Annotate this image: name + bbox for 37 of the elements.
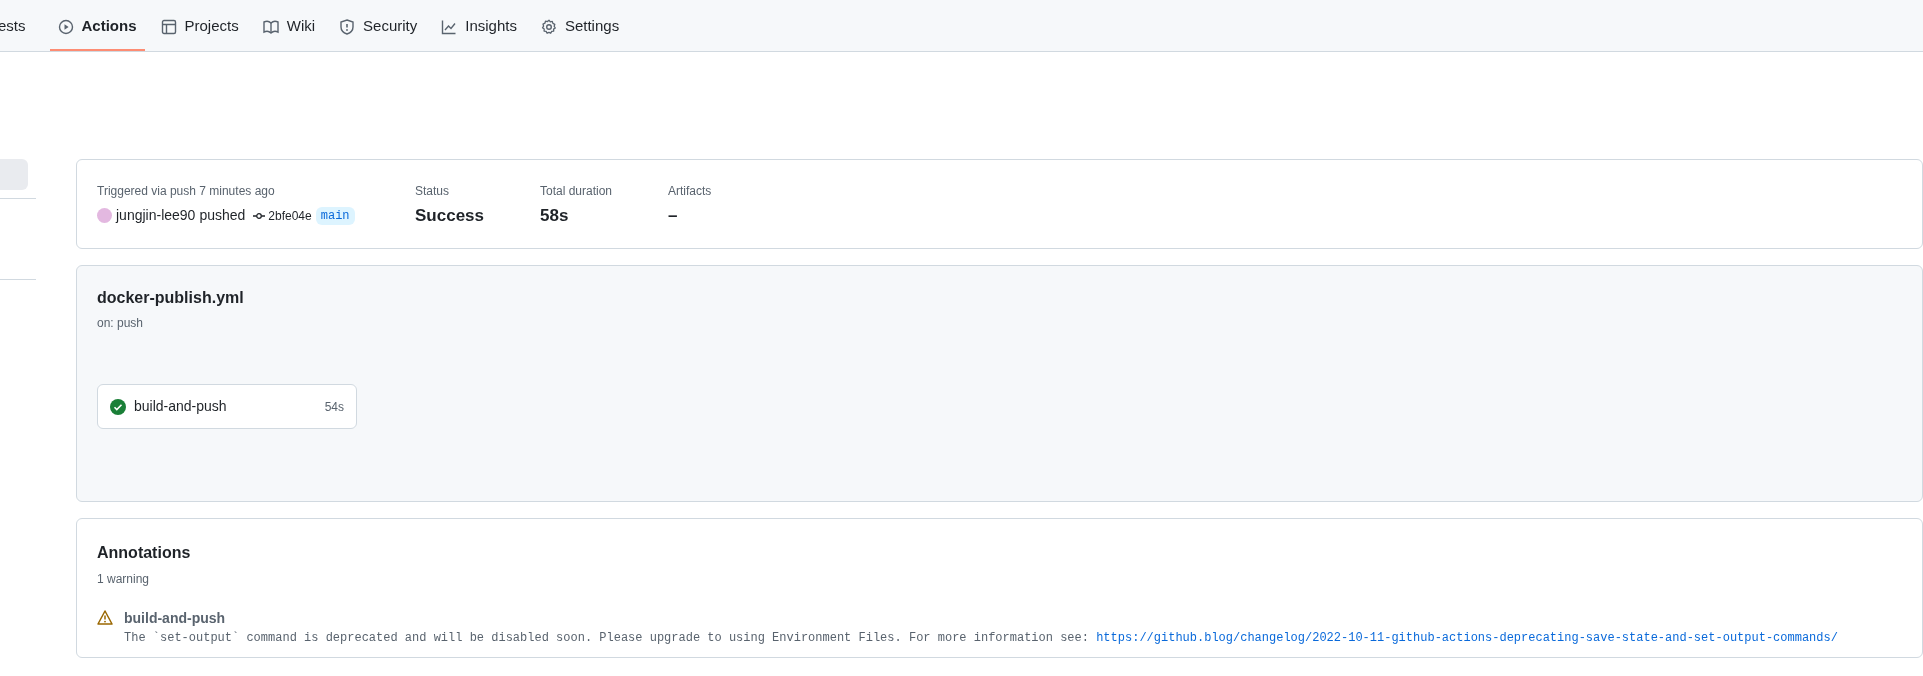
settings-icon bbox=[540, 18, 557, 35]
stat-label: Status bbox=[415, 183, 451, 200]
warning-count: 1 warning bbox=[97, 571, 151, 588]
workflow-trigger: on: push bbox=[97, 315, 145, 332]
avatar-icon bbox=[97, 208, 112, 223]
nav-tab[interactable]: Projects bbox=[152, 0, 247, 51]
shield-icon bbox=[339, 18, 356, 35]
nav-tab[interactable]: Actions bbox=[49, 0, 145, 51]
nav-tab[interactable]: Insights bbox=[433, 0, 525, 51]
play-icon bbox=[57, 18, 74, 35]
stat-label: Artifacts bbox=[668, 183, 713, 200]
commit-link[interactable]: 2bfe04e bbox=[268, 206, 312, 225]
nav-tab[interactable]: Wiki bbox=[254, 0, 324, 51]
warning-icon bbox=[97, 610, 113, 625]
table-icon bbox=[160, 18, 177, 35]
book-icon bbox=[262, 18, 279, 35]
branch-label[interactable]: main bbox=[315, 206, 355, 225]
annotation-job: build-and-push bbox=[124, 609, 227, 628]
stat-value: 58s bbox=[540, 205, 570, 227]
stat-value: Success bbox=[415, 205, 485, 227]
job-card[interactable]: build-and-push 54s bbox=[97, 384, 357, 429]
workflow-file-name: docker-publish.yml bbox=[97, 288, 245, 308]
annotation-message: The `set-output` command is deprecated and will be disabled soon. Please upgrade to using Environment Files. For more information see: https://github.blog/changelog/2022-10-11-github-actions-deprecating-save-state-and-set-output-commands/ bbox=[124, 630, 1838, 647]
commit-icon bbox=[253, 211, 266, 220]
changelog-link[interactable]: https://github.blog/changelog/2022-10-11-github-actions-deprecating-save-state-and-set-output-commands/ bbox=[1096, 631, 1838, 645]
action-text: pushed bbox=[199, 206, 246, 225]
nav-tab[interactable]: Security bbox=[331, 0, 426, 51]
actor-link[interactable]: jungjin-lee90 bbox=[116, 205, 196, 226]
job-duration: 54s bbox=[324, 398, 344, 416]
job-name: build-and-push bbox=[134, 397, 227, 416]
annotations-title: Annotations bbox=[97, 543, 192, 563]
stat-label: Total duration bbox=[540, 183, 612, 200]
success-check-icon bbox=[110, 398, 126, 415]
trigger-text: Triggered via push 7 minutes ago bbox=[97, 183, 276, 200]
graph-icon bbox=[441, 18, 458, 35]
nav-tab[interactable]: Settings bbox=[532, 0, 628, 51]
stat-value: – bbox=[668, 205, 679, 227]
